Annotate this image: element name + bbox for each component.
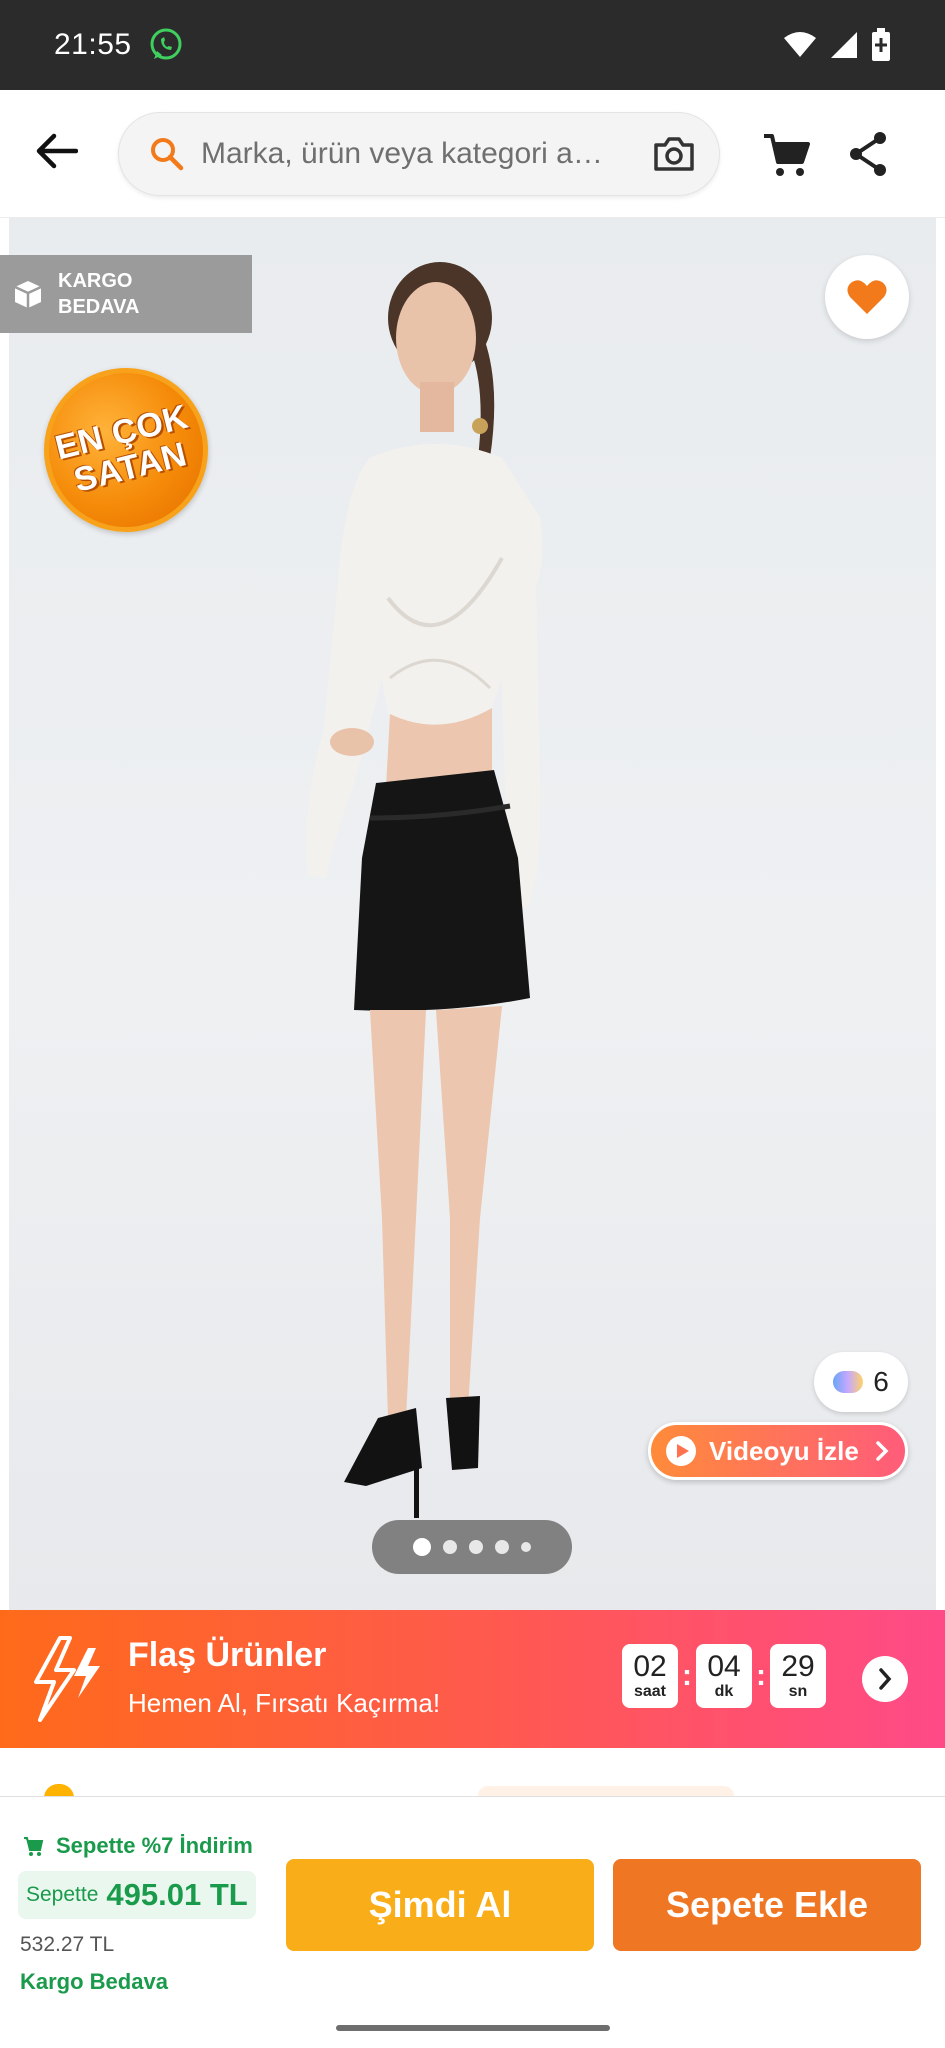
cart-button[interactable]: [758, 126, 814, 182]
free-shipping-label: Kargo Bedava: [20, 1969, 168, 1994]
top-navigation-bar: [0, 90, 945, 218]
flash-title: Flaş Ürünler: [128, 1636, 327, 1674]
free-shipping-badge: KARGO BEDAVA: [0, 255, 252, 333]
cart-price-label: Sepette: [26, 1883, 99, 1906]
share-icon: [850, 132, 886, 176]
share-button[interactable]: [840, 126, 896, 182]
whatsapp-icon: [150, 28, 182, 60]
camera-icon: [654, 137, 694, 171]
timer-hours: 02 saat: [622, 1644, 678, 1708]
pager-dot[interactable]: [521, 1542, 531, 1552]
status-icons: [783, 28, 891, 62]
timer-seconds-unit: sn: [788, 1683, 808, 1700]
original-price: 532.27 TL: [20, 1933, 115, 1956]
flash-products-banner[interactable]: Flaş Ürünler Hemen Al, Fırsatı Kaçırma! …: [0, 1610, 945, 1748]
free-shipping-text: KARGO BEDAVA: [58, 268, 139, 320]
content-peek: [0, 1748, 945, 1798]
cart-discount-promo: Sepette %7 İndirim: [22, 1833, 253, 1859]
box-icon: [14, 281, 42, 308]
play-icon: [666, 1436, 696, 1466]
flash-next-button[interactable]: [862, 1656, 908, 1702]
pager-dot-active[interactable]: [413, 1538, 431, 1556]
color-palette-icon: [833, 1371, 864, 1393]
add-to-cart-button[interactable]: Sepete Ekle: [613, 1859, 921, 1951]
timer-hours-unit: saat: [633, 1683, 667, 1700]
status-bar: 21:55: [0, 0, 945, 90]
flash-subtitle: Hemen Al, Fırsatı Kaçırma!: [128, 1688, 441, 1718]
favorite-button[interactable]: [825, 255, 909, 339]
countdown-timer: 02 saat : 04 dk : 29 sn: [622, 1644, 826, 1708]
camera-search-button[interactable]: [649, 129, 699, 179]
pager-dot[interactable]: [495, 1540, 509, 1554]
timer-minutes-value: 04: [707, 1650, 741, 1683]
wifi-icon: [784, 32, 816, 57]
purchase-bar: Sepette %7 İndirim Sepette 495.01 TL 532…: [0, 1796, 945, 2048]
cart-discount-text: Sepette %7 İndirim: [56, 1833, 253, 1858]
color-count: 6: [873, 1366, 889, 1397]
buy-now-button[interactable]: Şimdi Al: [286, 1859, 594, 1951]
search-icon: [151, 138, 184, 171]
search-input[interactable]: [201, 137, 649, 171]
cart-icon: [764, 134, 810, 176]
timer-hours-value: 02: [633, 1650, 667, 1683]
status-time: 21:55: [54, 28, 132, 61]
chevron-right-icon: [876, 1441, 889, 1461]
signal-icon: [831, 32, 857, 58]
carousel-pager[interactable]: [372, 1520, 572, 1574]
chevron-right-icon: [879, 1668, 892, 1690]
pager-dot[interactable]: [443, 1540, 457, 1554]
watch-video-button[interactable]: Videoyu İzle: [648, 1422, 908, 1480]
timer-minutes-unit: dk: [714, 1683, 734, 1700]
watch-video-label: Videoyu İzle: [709, 1435, 859, 1466]
product-photo: [306, 262, 543, 1518]
timer-seconds: 29 sn: [770, 1644, 826, 1708]
cart-price: Sepette 495.01 TL: [18, 1871, 256, 1919]
lightning-icon: [34, 1636, 100, 1722]
image-edge: [936, 218, 945, 1610]
cart-icon: [24, 1837, 44, 1856]
search-box[interactable]: [118, 112, 720, 196]
timer-separator: :: [682, 1659, 692, 1692]
free-shipping-line-1: KARGO: [58, 270, 133, 292]
heart-icon: [847, 280, 887, 314]
battery-icon: [872, 28, 890, 61]
timer-minutes: 04 dk: [696, 1644, 752, 1708]
home-indicator[interactable]: [336, 2025, 610, 2031]
back-arrow-icon: [36, 133, 78, 169]
product-image-carousel[interactable]: KARGO BEDAVA EN ÇOK SATAN 6 Videoyu İzle: [0, 218, 945, 1610]
back-button[interactable]: [26, 120, 88, 182]
image-edge: [0, 218, 9, 1610]
timer-seconds-value: 29: [781, 1650, 815, 1683]
free-shipping-line-2: BEDAVA: [58, 296, 140, 318]
cart-price-value: 495.01 TL: [106, 1877, 248, 1912]
color-variants-badge[interactable]: 6: [814, 1352, 908, 1412]
pager-dot[interactable]: [469, 1540, 483, 1554]
best-seller-badge: EN ÇOK SATAN: [26, 350, 226, 550]
timer-separator: :: [756, 1659, 766, 1692]
